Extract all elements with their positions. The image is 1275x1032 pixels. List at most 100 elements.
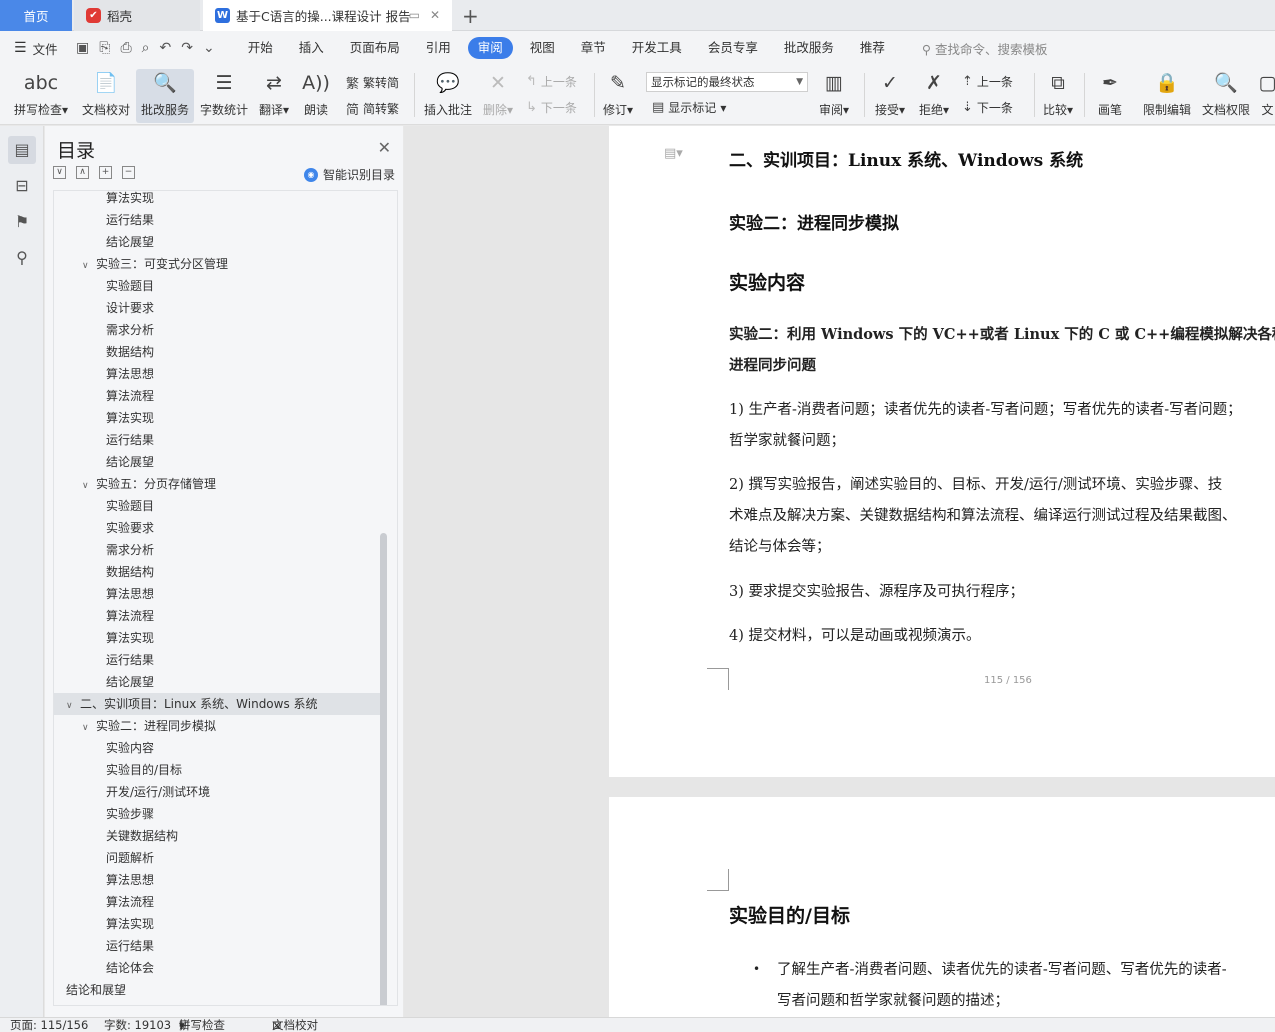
menu-tab-0[interactable]: 开始 [235,37,286,59]
close-icon[interactable]: ✕ [378,138,391,157]
command-search[interactable]: ⚲ 查找命令、搜索模板 [922,39,1048,58]
menu-tab-8[interactable]: 会员专享 [695,37,771,59]
menu-tab-10[interactable]: 推荐 [847,37,898,59]
smart-toc-button[interactable]: ◉ 智能识别目录 [303,166,395,183]
toc-scrollbar[interactable] [380,533,387,1005]
accept-button[interactable]: ✓ 接受▾ [872,69,908,123]
toc-item[interactable]: 结论体会 [106,957,154,979]
word-count-button[interactable]: ☰ 字数统计 [198,69,250,123]
status-word-count[interactable]: 字数: 19103 [104,1018,171,1032]
menu-tab-3[interactable]: 引用 [413,37,464,59]
chevron-down-icon[interactable]: ∨ [66,695,76,717]
compare-button[interactable]: ⧉ 比较▾ [1040,69,1076,123]
chapter-nav-icon[interactable]: ⊟ [8,172,36,200]
tab-daoke[interactable]: ✔ 稻壳 [74,0,200,31]
toc-item[interactable]: ∨ 实验五：分页存储管理 [82,473,216,495]
toc-item[interactable]: 实验目的/目标 [106,759,182,781]
toc-item[interactable]: 结论展望 [106,451,154,473]
next-change-button[interactable]: ⇣ 下一条 [962,99,1013,116]
menu-tab-5[interactable]: 视图 [517,37,568,59]
spell-check-button[interactable]: abc 拼写检查▾ [10,69,72,123]
menu-tab-4[interactable]: 审阅 [467,37,513,59]
print-preview-icon[interactable]: ⌕ [142,40,150,56]
toc-item[interactable]: 设计要求 [106,297,154,319]
doc-outline-icon[interactable]: ▤▾ [664,146,683,161]
collapse-all-icon[interactable]: ∨ [53,166,66,179]
prev-change-button[interactable]: ⇡ 上一条 [962,73,1013,90]
print-icon[interactable]: ⎙ [120,40,131,56]
menu-tab-6[interactable]: 章节 [568,37,619,59]
menu-tab-7[interactable]: 开发工具 [619,37,695,59]
toc-item[interactable]: 实验内容 [106,737,154,759]
document-page[interactable]: 实验目的/目标 • 了解生产者-消费者问题、读者优先的读者-写者问题、写者优先的… [609,797,1275,1017]
toc-item[interactable]: 算法思想 [106,583,154,605]
prev-comment-button[interactable]: ↰ 上一条 [526,73,577,90]
reject-button[interactable]: ✗ 拒绝▾ [916,69,952,123]
toc-item[interactable]: 运行结果 [106,649,154,671]
toc-item[interactable]: 需求分析 [106,539,154,561]
trad-to-simp-button[interactable]: 繁繁转简 [346,73,399,92]
remove-level-icon[interactable]: − [122,166,135,179]
translate-button[interactable]: ⇄ 翻译▾ [256,69,292,123]
simp-to-trad-button[interactable]: 简简转繁 [346,99,399,118]
proofread-button[interactable]: 📄 文档校对 [78,69,134,123]
track-changes-button[interactable]: ✎ 修订▾ [600,69,636,123]
toc-item[interactable]: 算法思想 [106,869,154,891]
toc-item[interactable]: 运行结果 [106,209,154,231]
search-icon[interactable]: ⚲ [8,244,36,272]
undo-icon[interactable]: ↶ [159,40,171,56]
tab-document[interactable]: W 基于C语言的操...课程设计 报告 ▭ ✕ [203,0,452,31]
toc-item[interactable]: 结论和展望 [66,979,126,1001]
toc-item[interactable]: ∨ 实验二：进程同步模拟 [82,715,216,737]
toc-item[interactable]: 算法实现 [106,407,154,429]
next-comment-button[interactable]: ↳ 下一条 [526,99,577,116]
expand-all-icon[interactable]: ∧ [76,166,89,179]
toc-item[interactable]: 开发/运行/测试环境 [106,781,210,803]
save-icon[interactable]: ▣ [76,40,89,56]
doc-permission-button[interactable]: 🔍 文档权限 [1200,69,1252,123]
toc-item[interactable]: 算法流程 [106,605,154,627]
toc-item[interactable]: 实验步骤 [106,803,154,825]
toc-panel-icon[interactable]: ▤ [8,136,36,164]
toc-item[interactable]: ∨ 二、实训项目：Linux 系统、Windows 系统 [54,693,380,715]
read-aloud-button[interactable]: A)) 朗读 [298,69,334,123]
toc-item[interactable]: 问题解析 [106,847,154,869]
toc-item[interactable]: 算法实现 [106,627,154,649]
menu-tab-2[interactable]: 页面布局 [337,37,413,59]
export-pdf-icon[interactable]: ⎘ [99,40,110,56]
status-spell-check[interactable]: ☑ 拼写检查 ▾ [179,1018,225,1032]
add-level-icon[interactable]: + [99,166,112,179]
more-ribbon-button[interactable]: ▢ 文 [1260,69,1275,123]
new-tab-button[interactable]: + [462,4,479,28]
more-chevron-icon[interactable]: ⌄ [203,40,215,56]
tab-home[interactable]: 首页 [0,0,72,31]
toc-item[interactable]: 实验题目 [106,275,154,297]
document-page[interactable]: ▤▾ 二、实训项目：Linux 系统、Windows 系统 实验二：进程同步模拟… [609,126,1275,777]
toc-item[interactable]: 数据结构 [106,341,154,363]
toc-item[interactable]: 需求分析 [106,319,154,341]
toc-item[interactable]: 结论展望 [106,231,154,253]
show-markup-button[interactable]: ▤ 显示标记 ▾ [652,99,726,116]
markup-state-select[interactable]: 显示标记的最终状态 ▼ [646,72,808,92]
chevron-down-icon[interactable]: ∨ [82,475,92,497]
status-page[interactable]: 页面: 115/156 [10,1018,88,1032]
redo-icon[interactable]: ↷ [181,40,193,56]
insert-comment-button[interactable]: 💬 插入批注 [420,69,476,123]
menu-tab-9[interactable]: 批改服务 [771,37,847,59]
toc-item[interactable]: ∨ 实验三：可变式分区管理 [82,253,228,275]
pen-button[interactable]: ✒ 画笔 [1092,69,1128,123]
menu-tab-1[interactable]: 插入 [286,37,337,59]
toc-item[interactable]: 实验题目 [106,495,154,517]
toc-item[interactable]: 运行结果 [106,429,154,451]
restrict-editing-button[interactable]: 🔒 限制编辑 [1140,69,1194,123]
toc-item[interactable]: 算法思想 [106,363,154,385]
bookmark-icon[interactable]: ⚑ [8,208,36,236]
delete-comment-button[interactable]: ✕ 删除▾ [480,69,516,123]
close-icon[interactable]: ✕ [430,8,440,22]
file-menu[interactable]: ☰ 文件 [0,39,72,58]
chevron-down-icon[interactable]: ∨ [82,717,92,739]
screen-icon[interactable]: ▭ [409,8,420,22]
toc-item[interactable]: 结论展望 [106,671,154,693]
chevron-down-icon[interactable]: ∨ [82,255,92,277]
toc-item[interactable]: 算法实现 [106,913,154,935]
